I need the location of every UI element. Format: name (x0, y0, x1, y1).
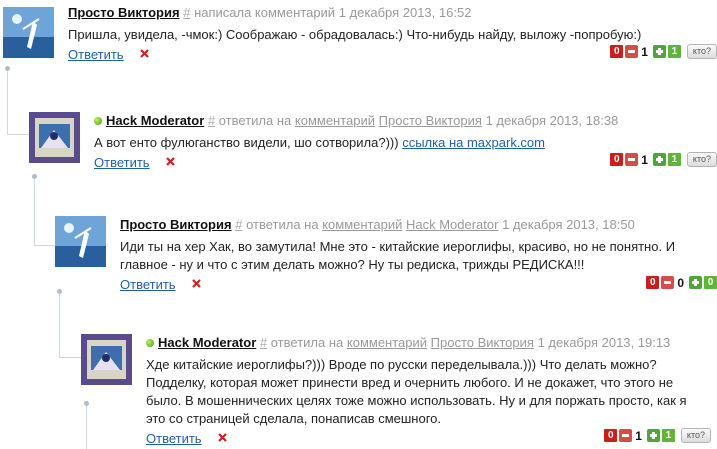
vote-up-button[interactable] (646, 429, 660, 442)
avatar[interactable] (55, 216, 106, 267)
reply-target-link[interactable]: комментарий (295, 113, 375, 128)
thread-line (59, 291, 60, 358)
plus-count: 0 (704, 276, 717, 289)
plus-count: 1 (667, 153, 681, 166)
author-link[interactable]: Просто Виктория (120, 217, 232, 232)
reply-target-link[interactable]: комментарий (347, 335, 427, 350)
delete-icon[interactable] (165, 156, 176, 167)
comment-date: 1 декабря 2013, 16:52 (338, 5, 472, 20)
online-indicator-icon (146, 339, 154, 347)
vote-down-button[interactable] (619, 429, 633, 442)
minus-count: 0 (610, 45, 624, 58)
permalink[interactable]: # (183, 5, 190, 20)
vote-down-button[interactable] (661, 276, 675, 289)
comment-action: ответила на (218, 113, 292, 128)
comment: Hack Moderator # ответила на комментарий… (81, 334, 717, 446)
vote-up-button[interactable] (652, 153, 666, 166)
permalink[interactable]: # (208, 113, 215, 128)
reply-target-author[interactable]: Просто Виктория (431, 335, 534, 350)
avatar[interactable] (3, 7, 54, 58)
vote-score: 1 (641, 44, 648, 59)
minus-count: 0 (604, 429, 618, 442)
author-link[interactable]: Hack Moderator (158, 335, 256, 350)
comment-action: ответила на (246, 217, 319, 232)
online-indicator-icon (94, 117, 102, 125)
permalink[interactable]: # (235, 217, 242, 232)
comment-meta: Hack Moderator # ответила на комментарий… (146, 334, 717, 351)
vote-down-button[interactable] (625, 45, 639, 58)
avatar[interactable] (81, 334, 132, 385)
reply-target-author[interactable]: Hack Moderator (406, 217, 498, 232)
external-link[interactable]: ссылка на maxpark.com (402, 135, 545, 150)
vote-up-button[interactable] (689, 276, 702, 289)
thread-line (34, 176, 35, 246)
comment-text: Хде китайские иероглифы?))) Вроде по рус… (146, 357, 687, 426)
who-voted-button[interactable]: кто? (686, 152, 717, 167)
comment: Hack Moderator # ответила на комментарий… (29, 112, 717, 174)
thread-line (7, 68, 8, 135)
comment-meta: Просто Виктория # написала комментарий 1… (68, 4, 717, 21)
thread-dot (32, 174, 37, 179)
vote-up-button[interactable] (652, 45, 666, 58)
minus-count: 0 (646, 276, 660, 289)
comment-action: написала комментарий (194, 5, 336, 20)
reply-target-author[interactable]: Просто Виктория (379, 113, 482, 128)
delete-icon[interactable] (191, 278, 202, 289)
comment: Просто Виктория # ответила на комментари… (55, 216, 717, 296)
comment-text-body: А вот енто фулюганство видели, шо сотвор… (94, 135, 403, 150)
thread-line (7, 134, 29, 135)
comment-meta: Просто Виктория # ответила на комментари… (120, 216, 717, 233)
author-link[interactable]: Hack Moderator (106, 113, 204, 128)
reply-button[interactable]: Ответить (120, 277, 176, 292)
comment-text: Иди ты на хер Хак, во замутила! Мне это … (120, 239, 676, 272)
author-link[interactable]: Просто Виктория (68, 5, 180, 20)
avatar[interactable] (29, 112, 80, 163)
delete-icon[interactable] (139, 48, 150, 59)
plus-count: 1 (661, 429, 675, 442)
thread-dot (5, 66, 10, 71)
comment-action: ответила на (270, 335, 344, 350)
comment-date: 1 декабря 2013, 18:50 (502, 217, 635, 232)
vote-down-button[interactable] (625, 153, 639, 166)
reply-button[interactable]: Ответить (146, 431, 202, 446)
comment: Просто Виктория # написала комментарий 1… (3, 4, 717, 66)
comment-date: 1 декабря 2013, 19:13 (537, 335, 671, 350)
thread-line (34, 245, 56, 246)
reply-target-link[interactable]: комментарий (322, 217, 402, 232)
permalink[interactable]: # (260, 335, 267, 350)
vote-score: 1 (641, 152, 648, 167)
comment-date: 1 декабря 2013, 18:38 (485, 113, 619, 128)
comment-text: Пришла, увидела, -чмок:) Соображаю - обр… (68, 27, 642, 42)
reply-button[interactable]: Ответить (94, 155, 150, 170)
vote-score: 1 (635, 428, 642, 443)
who-voted-button[interactable]: кто? (686, 44, 717, 59)
minus-count: 0 (610, 153, 624, 166)
plus-count: 1 (667, 45, 681, 58)
comment-text: А вот енто фулюганство видели, шо сотвор… (94, 134, 717, 152)
vote-score: 0 (677, 275, 684, 290)
comment-meta: Hack Moderator # ответила на комментарий… (94, 112, 717, 129)
who-voted-button[interactable]: кто? (680, 428, 711, 443)
thread-line (59, 357, 81, 358)
delete-icon[interactable] (217, 432, 228, 443)
reply-button[interactable]: Ответить (68, 47, 124, 62)
